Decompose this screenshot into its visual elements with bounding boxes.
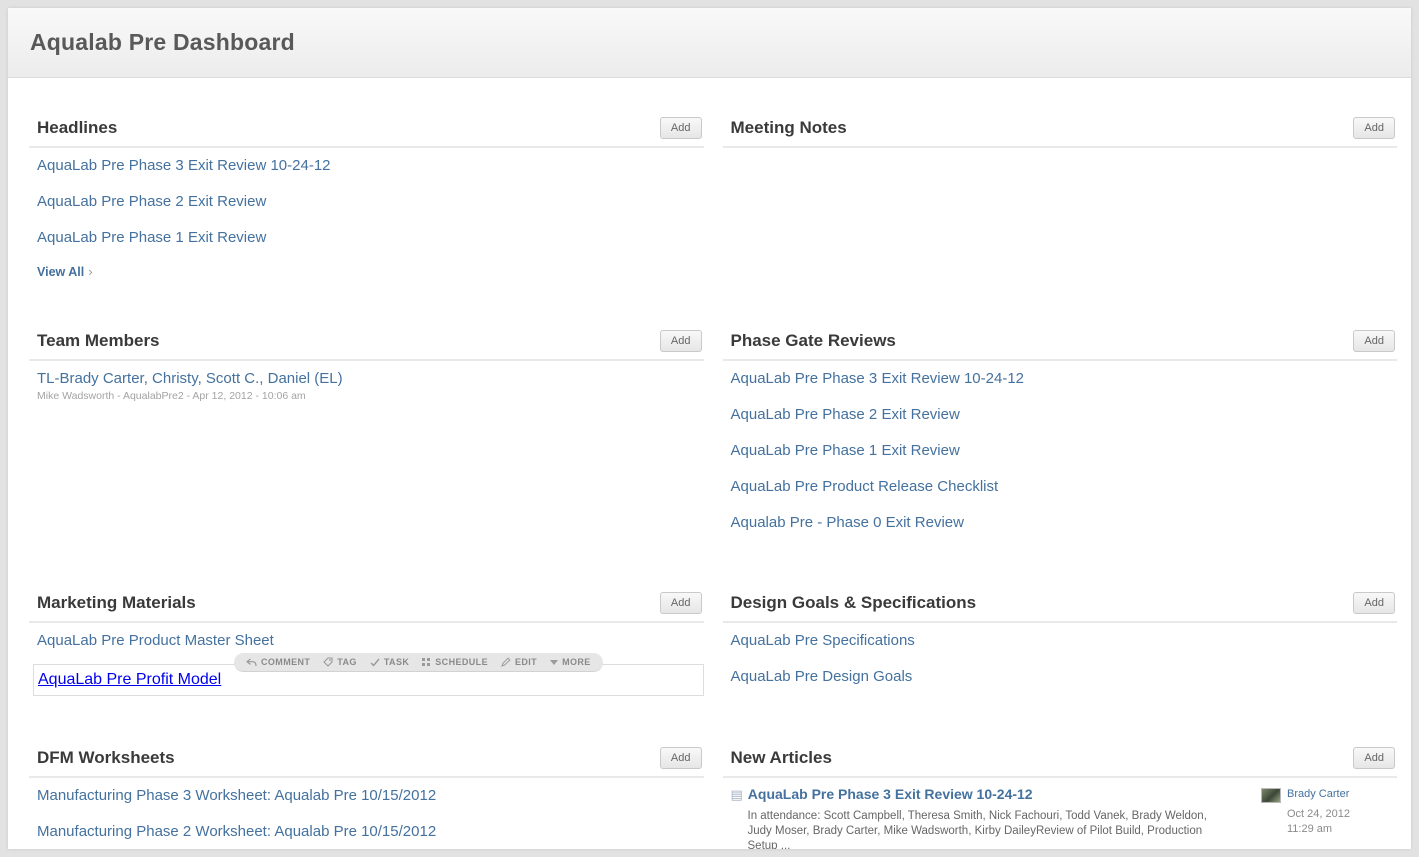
section-title: Headlines <box>37 118 117 138</box>
dashboard-main: Headlines Add AquaLab Pre Phase 3 Exit R… <box>8 78 1411 849</box>
list-item: Manufacturing Phase 3 Worksheet: Aqualab… <box>37 778 704 814</box>
dfm-link[interactable]: Manufacturing Phase 2 Worksheet: Aqualab… <box>37 823 436 840</box>
headline-link[interactable]: AquaLab Pre Phase 3 Exit Review 10-24-12 <box>37 157 331 174</box>
comment-button[interactable]: COMMENT <box>246 657 310 667</box>
phase-gate-link[interactable]: AquaLab Pre Phase 2 Exit Review <box>731 406 960 423</box>
headline-link[interactable]: AquaLab Pre Phase 1 Exit Review <box>37 229 266 246</box>
list-item: AquaLab Pre Phase 2 Exit Review <box>37 184 704 220</box>
article-body: ▤ AquaLab Pre Phase 3 Exit Review 10-24-… <box>731 786 1262 849</box>
view-all-link[interactable]: View All <box>37 265 84 279</box>
section-design-goals: Design Goals & Specifications Add AquaLa… <box>723 592 1398 695</box>
list-item: AquaLab Pre Phase 2 Exit Review <box>731 397 1398 433</box>
section-new-articles-header: New Articles Add <box>723 747 1398 778</box>
list-item: AquaLab Pre Phase 1 Exit Review <box>37 220 704 256</box>
add-button[interactable]: Add <box>660 747 702 769</box>
section-title: New Articles <box>731 748 832 768</box>
section-marketing-header: Marketing Materials Add <box>29 592 704 623</box>
chevron-right-icon: › <box>88 264 92 279</box>
team-members-meta: Mike Wadsworth - AqualabPre2 - Apr 12, 2… <box>37 388 704 402</box>
dashboard-card: Aqualab Pre Dashboard Headlines Add Aqua… <box>8 8 1411 849</box>
dashboard-grid: Headlines Add AquaLab Pre Phase 3 Exit R… <box>29 117 1397 849</box>
more-button[interactable]: MORE <box>550 657 591 667</box>
page-header: Aqualab Pre Dashboard <box>8 8 1411 78</box>
grid-icon <box>422 658 431 667</box>
section-team-members-header: Team Members Add <box>29 330 704 361</box>
list-item: Aqualab Pre - Phase 0 Exit Review <box>731 505 1398 541</box>
section-headlines: Headlines Add AquaLab Pre Phase 3 Exit R… <box>29 117 704 279</box>
section-new-articles: New Articles Add ▤ AquaLab Pre Phase 3 E… <box>723 747 1398 849</box>
list-item: AquaLab Pre Phase 1 Exit Review <box>731 433 1398 469</box>
add-button[interactable]: Add <box>1353 747 1395 769</box>
list-item: AquaLab Pre Phase 3 Exit Review 10-24-12 <box>731 361 1398 397</box>
phase-gate-link[interactable]: Aqualab Pre - Phase 0 Exit Review <box>731 514 964 531</box>
avatar <box>1261 788 1281 803</box>
section-title: Phase Gate Reviews <box>731 331 896 351</box>
tag-icon <box>323 657 333 667</box>
design-goals-link[interactable]: AquaLab Pre Specifications <box>731 632 915 649</box>
headline-link[interactable]: AquaLab Pre Phase 2 Exit Review <box>37 193 266 210</box>
article-row: ▤ AquaLab Pre Phase 3 Exit Review 10-24-… <box>723 778 1398 849</box>
team-members-link[interactable]: TL-Brady Carter, Christy, Scott C., Dani… <box>37 370 343 387</box>
add-button[interactable]: Add <box>1353 330 1395 352</box>
reply-arrow-icon <box>246 658 257 667</box>
section-title: Team Members <box>37 331 160 351</box>
marketing-link[interactable]: AquaLab Pre Product Master Sheet <box>37 632 274 649</box>
article-time: 11:29 am <box>1287 822 1397 837</box>
page-title: Aqualab Pre Dashboard <box>30 29 1411 56</box>
list-item: AquaLab Pre Phase 3 Exit Review 10-24-12 <box>37 148 704 184</box>
document-icon: ▤ <box>731 788 743 801</box>
section-phase-gate-header: Phase Gate Reviews Add <box>723 330 1398 361</box>
add-button[interactable]: Add <box>660 117 702 139</box>
dfm-link[interactable]: Manufacturing Phase 3 Worksheet: Aqualab… <box>37 787 436 804</box>
phase-gate-link[interactable]: AquaLab Pre Phase 3 Exit Review 10-24-12 <box>731 370 1025 387</box>
section-meeting-notes: Meeting Notes Add <box>723 117 1398 148</box>
section-headlines-header: Headlines Add <box>29 117 704 148</box>
section-dfm-header: DFM Worksheets Add <box>29 747 704 778</box>
edit-button[interactable]: EDIT <box>501 657 537 667</box>
phase-gate-link[interactable]: AquaLab Pre Product Release Checklist <box>731 478 999 495</box>
article-date: Oct 24, 2012 <box>1287 807 1397 822</box>
check-icon <box>370 658 380 667</box>
section-team-members: Team Members Add TL-Brady Carter, Christ… <box>29 330 704 402</box>
article-meta: Brady Carter Oct 24, 2012 11:29 am <box>1261 786 1397 849</box>
section-design-goals-header: Design Goals & Specifications Add <box>723 592 1398 623</box>
section-marketing-materials: Marketing Materials Add AquaLab Pre Prod… <box>29 592 704 696</box>
task-button[interactable]: TASK <box>370 657 409 667</box>
design-goals-link[interactable]: AquaLab Pre Design Goals <box>731 668 913 685</box>
marketing-link[interactable]: AquaLab Pre Profit Model <box>38 671 221 688</box>
list-item: Manufacturing Phase 2 Worksheet: Aqualab… <box>37 814 704 849</box>
add-button[interactable]: Add <box>660 330 702 352</box>
add-button[interactable]: Add <box>1353 117 1395 139</box>
triangle-down-icon <box>550 660 558 665</box>
tag-button[interactable]: TAG <box>323 657 357 667</box>
section-phase-gate-reviews: Phase Gate Reviews Add AquaLab Pre Phase… <box>723 330 1398 541</box>
article-excerpt: In attendance: Scott Campbell, Theresa S… <box>748 809 1232 849</box>
schedule-button[interactable]: SCHEDULE <box>422 657 488 667</box>
section-dfm-worksheets: DFM Worksheets Add Manufacturing Phase 3… <box>29 747 704 849</box>
list-item: AquaLab Pre Specifications <box>731 623 1398 659</box>
item-hover-toolbar: COMMENT TAG TASK <box>234 653 603 672</box>
list-item: AquaLab Pre Design Goals <box>731 659 1398 695</box>
section-meeting-notes-header: Meeting Notes Add <box>723 117 1398 148</box>
phase-gate-link[interactable]: AquaLab Pre Phase 1 Exit Review <box>731 442 960 459</box>
view-all-row: View All › <box>29 256 704 279</box>
section-title: Design Goals & Specifications <box>731 593 977 613</box>
add-button[interactable]: Add <box>660 592 702 614</box>
hovered-list-item[interactable]: AquaLab Pre Profit Model COMMENT TAG <box>33 664 704 696</box>
pencil-icon <box>501 657 511 667</box>
section-title: DFM Worksheets <box>37 748 175 768</box>
list-item: TL-Brady Carter, Christy, Scott C., Dani… <box>37 361 704 402</box>
add-button[interactable]: Add <box>1353 592 1395 614</box>
section-title: Marketing Materials <box>37 593 196 613</box>
section-title: Meeting Notes <box>731 118 847 138</box>
article-title-link[interactable]: AquaLab Pre Phase 3 Exit Review 10-24-12 <box>748 786 1033 802</box>
list-item: AquaLab Pre Product Release Checklist <box>731 469 1398 505</box>
article-author-link[interactable]: Brady Carter <box>1287 788 1349 800</box>
